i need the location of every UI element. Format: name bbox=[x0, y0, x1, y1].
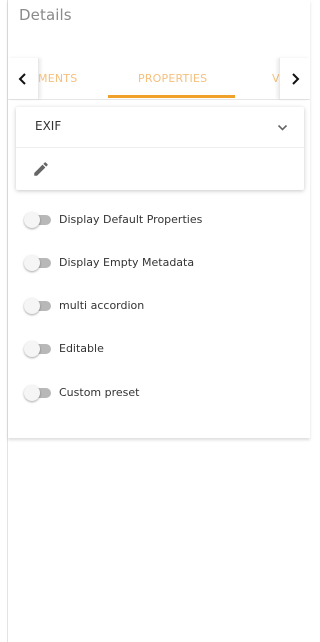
tab-strip: MENTS PROPERTIES VE bbox=[38, 58, 280, 99]
active-tab-indicator bbox=[108, 95, 235, 98]
toggle-row-editable: Editable bbox=[24, 340, 294, 360]
display-default-properties-toggle[interactable] bbox=[24, 212, 53, 228]
pencil-icon[interactable] bbox=[32, 160, 50, 178]
toggle-thumb bbox=[24, 298, 40, 314]
exif-accordion: EXIF bbox=[16, 107, 304, 190]
tab-scroll-right-button[interactable] bbox=[279, 58, 310, 99]
toggle-label: Custom preset bbox=[59, 386, 140, 399]
tab-properties[interactable]: PROPERTIES bbox=[138, 72, 207, 85]
toggle-label: Display Empty Metadata bbox=[59, 256, 195, 269]
toggle-thumb bbox=[24, 255, 40, 271]
toggle-label: Display Default Properties bbox=[59, 213, 203, 226]
toggle-row-custom-preset: Custom preset bbox=[24, 384, 294, 404]
custom-preset-toggle[interactable] bbox=[24, 385, 53, 401]
toggle-thumb bbox=[24, 341, 40, 357]
toggle-row-multi-accordion: multi accordion bbox=[24, 297, 294, 317]
exif-accordion-header[interactable]: EXIF bbox=[16, 107, 304, 148]
multi-accordion-toggle[interactable] bbox=[24, 298, 53, 314]
chevron-right-icon bbox=[292, 72, 300, 85]
tab-bar: MENTS PROPERTIES VE bbox=[8, 58, 310, 100]
tab-scroll-left-button[interactable] bbox=[8, 58, 39, 99]
display-empty-metadata-toggle[interactable] bbox=[24, 255, 53, 271]
chevron-down-icon bbox=[277, 124, 288, 131]
tab-comments[interactable]: MENTS bbox=[38, 72, 77, 85]
toggle-thumb bbox=[24, 212, 40, 228]
toggle-thumb bbox=[24, 385, 40, 401]
toggle-row-display-default-properties: Display Default Properties bbox=[24, 211, 294, 231]
accordion-title: EXIF bbox=[35, 119, 62, 133]
panel-title: Details bbox=[19, 6, 72, 24]
editable-toggle[interactable] bbox=[24, 341, 53, 357]
toggle-label: Editable bbox=[59, 342, 104, 355]
toggle-row-display-empty-metadata: Display Empty Metadata bbox=[24, 254, 294, 274]
toggle-label: multi accordion bbox=[59, 299, 145, 312]
chevron-left-icon bbox=[18, 72, 26, 85]
